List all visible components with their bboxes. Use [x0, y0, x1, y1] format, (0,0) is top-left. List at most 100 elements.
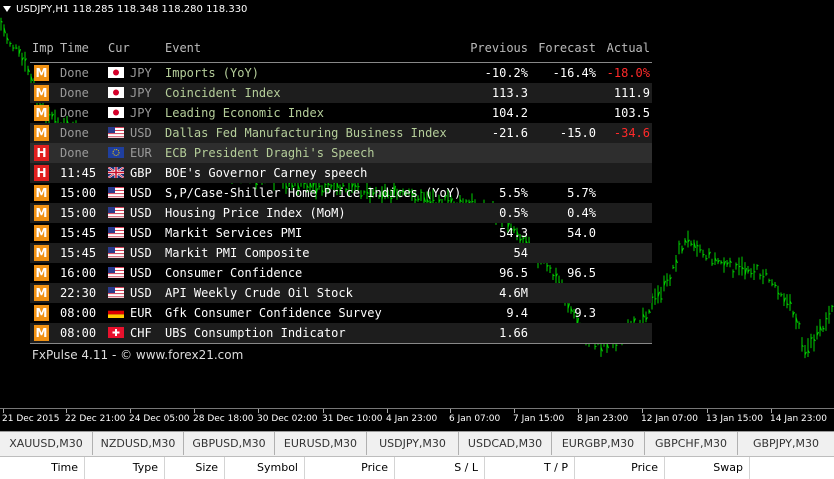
calendar-row[interactable]: M 15:00 USD S,P/Case-Shiller Home Price Ind…: [30, 183, 652, 203]
event-actual: -34.6: [613, 126, 650, 140]
terminal-column-header[interactable]: S / L: [395, 457, 485, 479]
event-previous: 9.4: [506, 306, 528, 320]
terminal-column-header[interactable]: Swap: [665, 457, 750, 479]
event-name: Coincident Index: [165, 86, 281, 100]
price-bar-tick: [765, 273, 768, 275]
chart-symbol-title: USDJPY,H1 118.285 118.348 118.280 118.33…: [16, 4, 248, 15]
event-currency: USD: [130, 226, 152, 240]
calendar-row[interactable]: M 15:45 USD Markit Services PMI 54.3 54.0: [30, 223, 652, 243]
event-name: ECB President Draghi's Speech: [165, 146, 375, 160]
us-flag-icon: [108, 227, 124, 238]
time-axis-tick: [194, 409, 195, 413]
time-axis-tick: [323, 409, 324, 413]
event-forecast: -16.4%: [552, 66, 596, 80]
event-currency: EUR: [130, 146, 152, 160]
event-time: Done: [60, 66, 89, 80]
importance-badge: H: [34, 165, 49, 181]
calendar-row[interactable]: M Done USD Dallas Fed Manufacturing Busines…: [30, 123, 652, 143]
symbol-tab[interactable]: USDJPY,M30: [367, 432, 459, 455]
header-forecast: Forecast: [538, 41, 596, 55]
price-bar-tick: [702, 253, 705, 256]
event-name: API Weekly Crude Oil Stock: [165, 286, 353, 300]
time-axis-label: 21 Dec 2015: [2, 414, 60, 424]
terminal-column-header[interactable]: Size: [165, 457, 225, 479]
time-axis-tick: [66, 409, 67, 413]
calendar-row[interactable]: M 15:00 USD Housing Price Index (MoM) 0.5% 0.…: [30, 203, 652, 223]
event-time: 22:30: [60, 286, 97, 300]
time-axis-label: 12 Jan 07:00: [641, 414, 698, 424]
terminal-column-header[interactable]: Price: [305, 457, 395, 479]
event-currency: USD: [130, 286, 152, 300]
us-flag-icon: [108, 207, 124, 218]
terminal-column-header[interactable]: T / P: [485, 457, 575, 479]
calendar-row[interactable]: M 08:00 EUR Gfk Consumer Confidence Survey 9…: [30, 303, 652, 323]
terminal-column-header[interactable]: Price: [575, 457, 665, 479]
price-bar-tick: [654, 298, 657, 300]
calendar-row[interactable]: H Done EUR ECB President Draghi's Speech: [30, 143, 652, 163]
calendar-row[interactable]: H 11:45 GBP BOE's Governor Carney speech: [30, 163, 652, 183]
importance-badge: M: [34, 185, 49, 201]
event-time: 15:45: [60, 226, 97, 240]
event-currency: GBP: [130, 166, 152, 180]
symbol-tab[interactable]: GBPCHF,M30: [645, 432, 738, 455]
calendar-row[interactable]: M Done JPY Imports (YoY) -10.2% -16.4% -18.0%: [30, 63, 652, 83]
event-currency: JPY: [130, 66, 152, 80]
event-previous: 113.3: [491, 86, 528, 100]
event-name: BOE's Governor Carney speech: [165, 166, 368, 180]
event-time: 15:00: [60, 206, 97, 220]
event-currency: USD: [130, 266, 152, 280]
calendar-row[interactable]: M Done JPY Leading Economic Index 104.2 103.5: [30, 103, 652, 123]
symbol-tab[interactable]: EURUSD,M30: [275, 432, 367, 455]
event-time: 15:45: [60, 246, 97, 260]
event-previous: 0.5%: [499, 206, 528, 220]
chart-menu-arrow-icon[interactable]: [3, 6, 11, 12]
event-time: 08:00: [60, 306, 97, 320]
symbol-tab[interactable]: GBPUSD,M30: [184, 432, 275, 455]
event-actual: -18.0%: [606, 66, 650, 80]
terminal-column-header[interactable]: Symbol: [225, 457, 305, 479]
event-currency: EUR: [130, 306, 152, 320]
symbol-tab[interactable]: XAUUSD,M30: [0, 432, 93, 455]
terminal-column-header[interactable]: Type: [85, 457, 165, 479]
event-time: Done: [60, 106, 89, 120]
calendar-footer: FxPulse 4.11 - © www.forex21.com: [30, 343, 652, 368]
event-forecast: 96.5: [567, 266, 596, 280]
calendar-row[interactable]: M 08:00 CHF UBS Consumption Indicator 1.66: [30, 323, 652, 343]
event-time: Done: [60, 146, 89, 160]
us-flag-icon: [108, 187, 124, 198]
time-axis-tick: [642, 409, 643, 413]
importance-badge: M: [34, 205, 49, 221]
time-axis-label: 30 Dec 02:00: [257, 414, 318, 424]
event-currency: USD: [130, 186, 152, 200]
jp-flag-icon: [108, 67, 124, 78]
calendar-row[interactable]: M 22:30 USD API Weekly Crude Oil Stock 4.6M: [30, 283, 652, 303]
event-currency: JPY: [130, 86, 152, 100]
us-flag-icon: [108, 287, 124, 298]
de-flag-icon: [108, 307, 124, 318]
event-name: Gfk Consumer Confidence Survey: [165, 306, 382, 320]
us-flag-icon: [108, 127, 124, 138]
importance-badge: M: [34, 225, 49, 241]
event-name: S,P/Case-Shiller Home Price Indices (YoY…: [165, 186, 462, 200]
time-axis-tick: [771, 409, 772, 413]
time-axis-label: 6 Jan 07:00: [449, 414, 501, 424]
time-axis-tick: [707, 409, 708, 413]
importance-badge: M: [34, 125, 49, 141]
event-name: Consumer Confidence: [165, 266, 303, 280]
symbol-tab[interactable]: USDCAD,M30: [459, 432, 552, 455]
symbol-tab[interactable]: GBPJPY,M30: [738, 432, 834, 455]
terminal-column-header[interactable]: Time: [0, 457, 85, 479]
calendar-row[interactable]: M Done JPY Coincident Index 113.3 111.9: [30, 83, 652, 103]
time-axis-tick: [450, 409, 451, 413]
price-chart[interactable]: USDJPY,H1 118.285 118.348 118.280 118.33…: [0, 0, 834, 430]
event-forecast: -15.0: [559, 126, 596, 140]
calendar-row[interactable]: M 15:45 USD Markit PMI Composite 54: [30, 243, 652, 263]
us-flag-icon: [108, 267, 124, 278]
symbol-tab[interactable]: EURGBP,M30: [552, 432, 645, 455]
event-previous: 1.66: [499, 326, 528, 340]
event-name: Markit Services PMI: [165, 226, 303, 240]
calendar-rows: M Done JPY Imports (YoY) -10.2% -16.4% -18.0% M…: [30, 63, 652, 343]
symbol-tab[interactable]: NZDUSD,M30: [93, 432, 184, 455]
calendar-row[interactable]: M 16:00 USD Consumer Confidence 96.5 96.5: [30, 263, 652, 283]
event-forecast: 5.7%: [567, 186, 596, 200]
